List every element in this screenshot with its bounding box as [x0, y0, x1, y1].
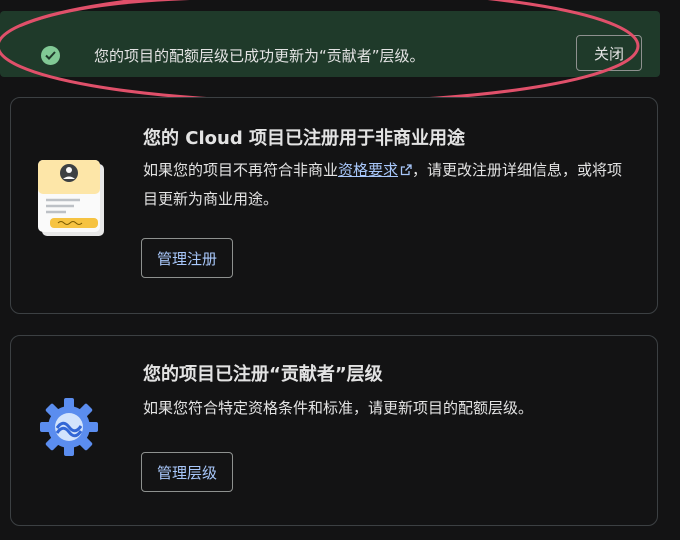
card-title: 您的 Cloud 项目已注册用于非商业用途	[143, 128, 465, 149]
open-in-new-icon[interactable]	[400, 157, 412, 185]
description-text: 如果您的项目不再符合非商业	[143, 161, 339, 179]
card-description: 如果您符合特定资格条件和标准，请更新项目的配额层级。	[143, 399, 534, 417]
check-circle-icon	[41, 46, 60, 65]
contributor-tier-card: 您的项目已注册“贡献者”层级 如果您符合特定资格条件和标准，请更新项目的配额层级…	[10, 335, 658, 526]
eligibility-requirements-link[interactable]: 资格要求	[338, 161, 398, 179]
banner-message: 您的项目的配额层级已成功更新为“贡献者”层级。	[94, 47, 425, 65]
card-description: 如果您的项目不再符合非商业资格要求 ，请更改注册详细信息，或将项目更新为商业用途。	[143, 156, 633, 213]
registration-document-icon	[36, 156, 116, 242]
close-button[interactable]: 关闭	[576, 35, 642, 71]
gear-icon	[38, 396, 100, 462]
noncommercial-card: 您的 Cloud 项目已注册用于非商业用途 如果您的项目不再符合非商业资格要求，…	[10, 97, 658, 314]
manage-tier-button[interactable]: 管理层级	[141, 452, 234, 492]
page: 您的项目的配额层级已成功更新为“贡献者”层级。 关闭 您的 Cloud 项目已注…	[0, 0, 680, 540]
manage-registration-button[interactable]: 管理注册	[141, 238, 234, 278]
success-banner: 您的项目的配额层级已成功更新为“贡献者”层级。 关闭	[0, 11, 660, 77]
card-title: 您的项目已注册“贡献者”层级	[143, 364, 383, 385]
